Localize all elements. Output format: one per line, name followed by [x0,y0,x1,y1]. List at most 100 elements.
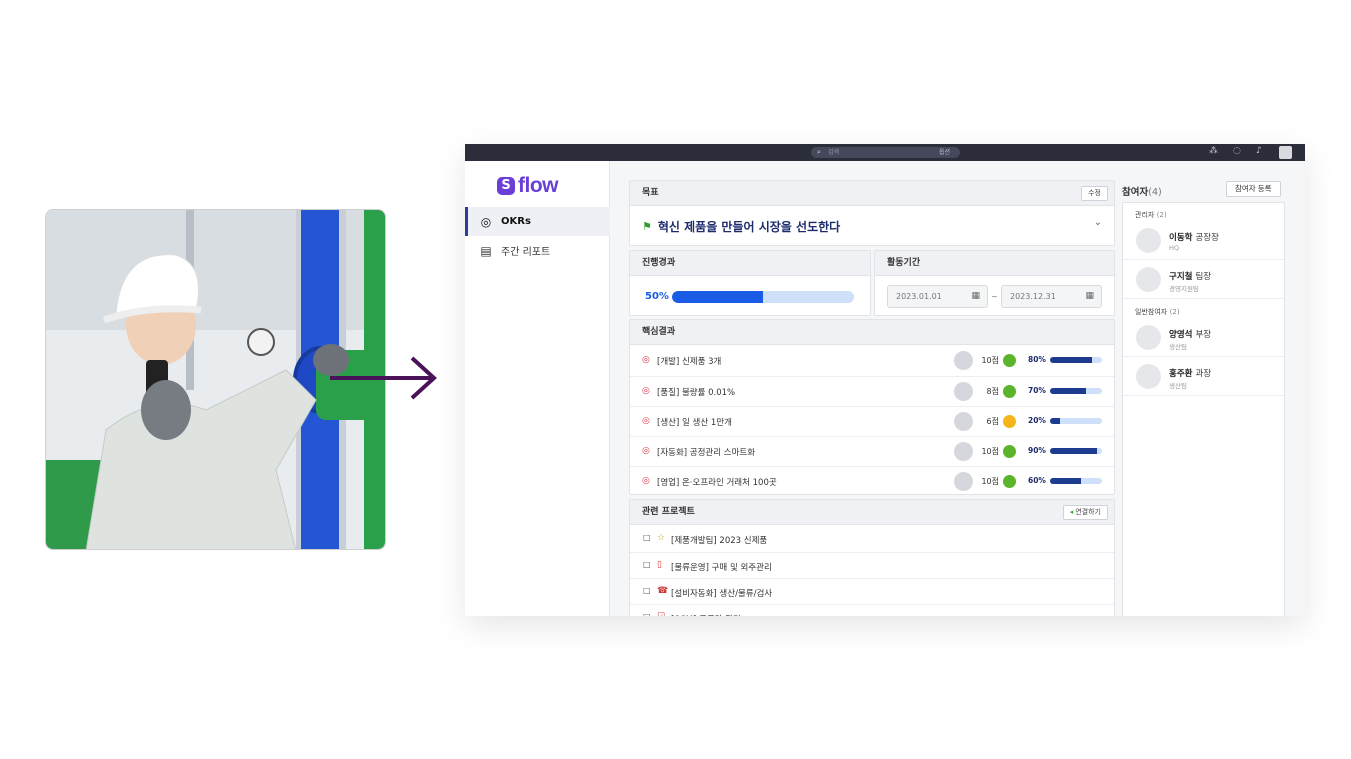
search-scope[interactable]: 옵션 [939,147,950,158]
key-result-title: [자동화] 공정관리 스마트화 [657,448,756,458]
project-title: [설비자동화] 생산/물류/검사 [671,589,773,599]
participant-item[interactable]: 홍주환 과장생산팀 [1123,357,1284,396]
goal-header: 목표 수정 [630,181,1114,206]
participant-name: 홍주환 과장 [1169,367,1211,379]
status-dot [1003,354,1016,367]
sidebar-item-okrs[interactable]: ◎ OKRs [465,207,610,236]
avatar[interactable] [954,412,973,431]
participants-label: 참여자 [1122,187,1149,198]
key-result-score: 10점 [981,477,999,486]
projects-header-label: 관련 프로젝트 [642,507,695,517]
flow-logo[interactable]: S flow [497,174,559,198]
key-result-score: 6점 [986,417,999,426]
connect-button[interactable]: ◂ 연결하기 [1062,505,1108,520]
bell-icon[interactable]: ♪ [1256,146,1262,156]
progress-header: 진행경과 [630,251,870,276]
top-bar: ⌕ 검색 옵션 ⁂ ◌ ♪ [465,144,1305,161]
avatar[interactable] [954,442,973,461]
app-window: ⌕ 검색 옵션 ⁂ ◌ ♪ S flow ◎ OKRs ▤ 주간 리포트 목표 … [465,144,1305,616]
participant-item[interactable]: 이동학 공장장 HQ [1123,221,1284,260]
folder-icon: □ [643,533,651,542]
projects-card: 관련 프로젝트 ◂ 연결하기 □ ☆ [제품개발팀] 2023 신제품 □ ▯ [물류운영… [629,499,1115,616]
edit-button[interactable]: 수정 [1081,186,1108,201]
avatar[interactable] [954,472,973,491]
key-result-percent: 80% [1028,355,1046,364]
flow-logo-icon: S [497,177,515,195]
participant-dept: 경영지원팀 [1169,285,1199,293]
participants-count: (4) [1148,187,1162,198]
avatar[interactable] [954,351,973,370]
key-result-title: [생산] 일 생산 1만개 [657,418,732,428]
participant-item[interactable]: 구지철 팀장 경영지원팀 [1123,260,1284,299]
key-result-progress-bar [1050,357,1102,363]
folder-icon: □ [643,586,651,595]
key-results-header: 핵심결과 [630,320,1114,345]
profile-avatar[interactable] [1279,146,1292,159]
key-result-row[interactable]: ◎ [개발] 신제품 3개 10점 80% [630,346,1114,376]
managers-group-label: 관리자 (2) [1135,210,1167,220]
project-row[interactable]: □ ☎ [설비자동화] 생산/물류/검사 [630,578,1114,604]
key-result-progress-fill [1050,478,1082,484]
avatar[interactable] [1136,228,1161,253]
key-result-progress-bar [1050,478,1102,484]
project-row[interactable]: □ ☑ [SCM] 공급망 관리 [630,604,1114,616]
participants-header: 참여자(4) [1122,184,1162,198]
org-chart-icon[interactable]: ⁂ [1209,146,1218,156]
period-header: 활동기간 [875,251,1114,276]
key-result-row[interactable]: ◎ [자동화] 공정관리 스마트화 10점 90% [630,436,1114,466]
calendar-icon[interactable]: ▦ [971,286,980,307]
connect-label: 연결하기 [1075,509,1101,516]
goal-title-row[interactable]: ⚑ 혁신 제품을 만들어 시장을 선도한다 [642,218,840,235]
project-title: [SCM] 공급망 관리 [671,613,741,616]
chat-icon[interactable]: ◌ [1233,146,1241,156]
key-result-progress-bar [1050,388,1102,394]
folder-icon: □ [643,612,651,616]
avatar[interactable] [1136,267,1161,292]
chevron-down-icon[interactable]: ⌄ [1094,217,1102,228]
avatar[interactable] [954,382,973,401]
status-dot [1003,475,1016,488]
participant-name-text: 양영석 [1169,330,1193,340]
target-icon: ◎ [642,416,650,426]
end-date-field[interactable]: 2023.12.31 ▦ [1001,285,1102,308]
key-result-title: [개발] 신제품 3개 [657,357,722,367]
avatar[interactable] [1136,325,1161,350]
calendar-icon[interactable]: ▦ [1085,286,1094,307]
date-separator: ~ [991,292,998,301]
key-result-row[interactable]: ◎ [영업] 온·오프라인 거래처 100곳 10점 60% [630,466,1114,496]
star-icon: ☆ [657,533,666,543]
status-dot [1003,445,1016,458]
participant-dept: 생산팀 [1169,382,1187,390]
key-result-progress-fill [1050,418,1061,424]
projects-header: 관련 프로젝트 ◂ 연결하기 [630,500,1114,525]
key-result-percent: 70% [1028,386,1046,395]
project-row[interactable]: □ ▯ [물류운영] 구매 및 외주관리 [630,552,1114,578]
key-results-card: 핵심결과 ◎ [개발] 신제품 3개 10점 80% ◎ [품질] 불량률 0.01% 8점… [629,319,1115,495]
search-placeholder: 검색 [828,149,840,156]
start-date-field[interactable]: 2023.01.01 ▦ [887,285,988,308]
progress-bar [672,291,854,303]
status-dot [1003,385,1016,398]
avatar[interactable] [1136,364,1161,389]
sidebar-item-label: 주간 리포트 [501,247,551,258]
arrow-right-icon [330,356,437,400]
status-dot [1003,415,1016,428]
register-participant-button[interactable]: 참여자 등록 [1226,181,1281,197]
key-result-row[interactable]: ◎ [생산] 일 생산 1만개 6점 20% [630,406,1114,436]
participant-name: 양영석 부장 [1169,328,1211,340]
managers-count: (2) [1156,211,1167,219]
key-result-percent: 60% [1028,476,1046,485]
participant-item[interactable]: 양영석 부장 생산팀 [1123,318,1284,357]
goal-header-label: 목표 [642,188,659,198]
checklist-icon: ☑ [657,612,665,616]
target-icon: ◎ [642,386,650,396]
period-card: 활동기간 2023.01.01 ▦ ~ 2023.12.31 ▦ [874,250,1115,316]
key-result-row[interactable]: ◎ [품질] 불량률 0.01% 8점 70% [630,376,1114,406]
sidebar-item-weekly-report[interactable]: ▤ 주간 리포트 [465,236,610,265]
projects-list: □ ☆ [제품개발팀] 2023 신제품 □ ▯ [물류운영] 구매 및 외주관리 □ ☎ [설… [630,526,1114,616]
members-count: (2) [1169,308,1180,316]
participant-title: 과장 [1195,369,1212,379]
search-input[interactable]: ⌕ 검색 옵션 [811,147,960,158]
participant-name-text: 홍주환 [1169,369,1193,379]
project-row[interactable]: □ ☆ [제품개발팀] 2023 신제품 [630,526,1114,552]
